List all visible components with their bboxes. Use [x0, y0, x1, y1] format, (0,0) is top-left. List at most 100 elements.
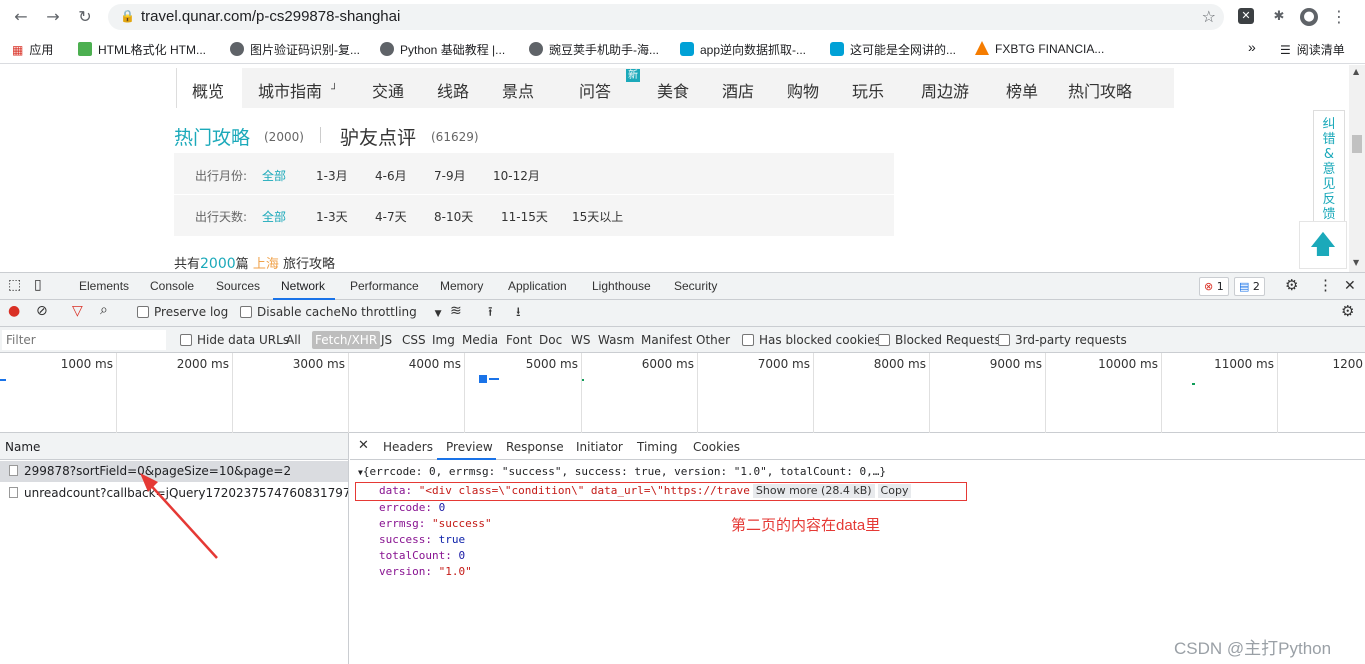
blocked-requests-checkbox[interactable]: Blocked Requests [878, 333, 1001, 347]
profile-avatar-icon[interactable]: ● [1300, 8, 1318, 26]
scroll-up-icon[interactable]: ▲ [1353, 67, 1359, 76]
filter-type-fetch-xhr[interactable]: Fetch/XHR [312, 331, 381, 349]
nav-sights[interactable]: 景点 [502, 78, 534, 102]
tab-security[interactable]: Security [674, 279, 717, 293]
filter-type-font[interactable]: Font [506, 333, 532, 347]
nav-food[interactable]: 美食 [657, 78, 689, 102]
filter-type-other[interactable]: Other [696, 333, 730, 347]
tab-initiator[interactable]: Initiator [576, 440, 623, 454]
nav-overview[interactable]: 概览 [192, 78, 224, 102]
bookmark-item[interactable]: HTML格式化 HTM... [78, 41, 206, 58]
bookmark-item[interactable]: 这可能是全网讲的... [830, 41, 956, 58]
menu-kebab-icon[interactable]: ⋮ [1330, 8, 1348, 26]
month-option-all[interactable]: 全部 [262, 167, 286, 184]
bookmark-item[interactable]: 豌豆荚手机助手-海... [529, 41, 659, 58]
bookmark-item[interactable]: app逆向数据抓取-... [680, 41, 806, 58]
reviews-title[interactable]: 驴友点评 [340, 123, 416, 150]
filter-type-manifest[interactable]: Manifest [641, 333, 692, 347]
star-icon[interactable]: ☆ [1202, 7, 1216, 26]
back-to-top-button[interactable]: 🡅 [1299, 221, 1347, 269]
tab-headers[interactable]: Headers [383, 440, 433, 454]
filter-type-css[interactable]: CSS [402, 333, 426, 347]
scroll-thumb[interactable] [1352, 135, 1362, 153]
tab-timing[interactable]: Timing [637, 440, 678, 454]
error-count-badge[interactable]: ⊗ 1 [1199, 277, 1229, 296]
bookmark-item[interactable]: FXBTG FINANCIA... [975, 41, 1104, 56]
back-icon[interactable]: ← [10, 6, 32, 28]
tab-application[interactable]: Application [508, 279, 567, 293]
nav-hot-guides[interactable]: 热门攻略 [1068, 78, 1132, 102]
feedback-button[interactable]: 纠错&意见反馈 [1313, 110, 1345, 227]
filter-type-js[interactable]: JS [381, 333, 392, 347]
network-settings-icon[interactable]: ⚙ [1341, 302, 1354, 320]
page-scrollbar[interactable]: ▲ ▼ [1349, 65, 1365, 272]
bookmark-apps[interactable]: ▦ 应用 [12, 41, 53, 58]
tab-performance[interactable]: Performance [350, 279, 419, 293]
record-icon[interactable]: ● [8, 303, 20, 319]
nav-ranking[interactable]: 榜单 [1006, 78, 1038, 102]
month-option[interactable]: 10-12月 [493, 167, 540, 184]
nav-shopping[interactable]: 购物 [787, 78, 819, 102]
tab-console[interactable]: Console [150, 279, 194, 293]
bookmark-item[interactable]: Python 基础教程 |... [380, 41, 505, 58]
bookmarks-more[interactable]: » [1248, 39, 1256, 55]
days-option[interactable]: 4-7天 [375, 208, 407, 225]
puzzle-icon[interactable]: ✱ [1270, 8, 1288, 26]
settings-gear-icon[interactable]: ⚙ [1285, 276, 1298, 294]
extension-x-icon[interactable]: ✕ [1238, 8, 1254, 24]
bookmark-item[interactable]: 图片验证码识别-复... [230, 41, 360, 58]
nav-hotel[interactable]: 酒店 [722, 78, 754, 102]
reload-icon[interactable]: ↻ [74, 6, 96, 28]
filter-funnel-icon[interactable]: ▽ [72, 303, 83, 319]
hide-data-urls-checkbox[interactable]: Hide data URLs [180, 333, 289, 347]
export-har-icon[interactable]: ⭳ [516, 303, 521, 325]
search-icon[interactable]: ⌕ [100, 302, 108, 318]
tab-network[interactable]: Network [281, 279, 325, 293]
nav-fun[interactable]: 玩乐 [852, 78, 884, 102]
json-root[interactable]: ▼{errcode: 0, errmsg: "success", success… [358, 465, 886, 478]
days-option-all[interactable]: 全部 [262, 208, 286, 225]
month-option[interactable]: 1-3月 [316, 167, 348, 184]
close-devtools-icon[interactable]: ✕ [1344, 277, 1356, 294]
throttling-select[interactable]: No throttling ▼ [341, 305, 442, 319]
nav-qa[interactable]: 问答 [579, 78, 611, 102]
device-toolbar-icon[interactable]: ▯ [34, 276, 42, 293]
hot-guides-title[interactable]: 热门攻略 [174, 123, 250, 150]
month-option[interactable]: 4-6月 [375, 167, 407, 184]
month-option[interactable]: 7-9月 [434, 167, 466, 184]
nav-nearby[interactable]: 周边游 [921, 78, 969, 102]
import-har-icon[interactable]: ⭱ [488, 303, 493, 325]
tab-sources[interactable]: Sources [216, 279, 260, 293]
filter-type-all[interactable]: All [286, 333, 301, 347]
nav-transport[interactable]: 交通 [372, 78, 404, 102]
disable-cache-checkbox[interactable]: Disable cache [240, 305, 341, 319]
inspect-element-icon[interactable]: ⬚ [8, 276, 21, 293]
days-option[interactable]: 11-15天 [501, 208, 548, 225]
filter-type-img[interactable]: Img [432, 333, 455, 347]
tab-preview[interactable]: Preview [446, 440, 493, 454]
tab-cookies[interactable]: Cookies [693, 440, 740, 454]
devtools-menu-icon[interactable]: ⋮ [1318, 276, 1333, 294]
close-detail-icon[interactable]: ✕ [358, 438, 369, 453]
filter-type-doc[interactable]: Doc [539, 333, 562, 347]
nav-city-guide[interactable]: 城市指南 [258, 78, 322, 102]
message-count-badge[interactable]: ▤ 2 [1234, 277, 1265, 296]
tab-lighthouse[interactable]: Lighthouse [592, 279, 651, 293]
reading-list[interactable]: ☰ 阅读清单 [1280, 41, 1345, 58]
forward-icon[interactable]: → [42, 6, 64, 28]
filter-input[interactable] [2, 330, 166, 350]
has-blocked-cookies-checkbox[interactable]: Has blocked cookies [742, 333, 881, 347]
tab-memory[interactable]: Memory [440, 279, 483, 293]
days-option[interactable]: 8-10天 [434, 208, 473, 225]
nav-routes[interactable]: 线路 [437, 78, 469, 102]
tab-elements[interactable]: Elements [79, 279, 129, 293]
network-overview-timeline[interactable]: 1000 ms 2000 ms 3000 ms 4000 ms 5000 ms … [0, 353, 1365, 433]
filter-type-ws[interactable]: WS [571, 333, 590, 347]
third-party-checkbox[interactable]: 3rd-party requests [998, 333, 1127, 347]
url-text[interactable]: travel.qunar.com/p-cs299878-shanghai [141, 8, 400, 25]
network-conditions-icon[interactable]: ≋ [450, 303, 462, 319]
name-column-header[interactable]: Name [0, 433, 349, 460]
filter-type-wasm[interactable]: Wasm [598, 333, 634, 347]
clear-icon[interactable]: ⊘ [36, 303, 48, 319]
days-option[interactable]: 1-3天 [316, 208, 348, 225]
